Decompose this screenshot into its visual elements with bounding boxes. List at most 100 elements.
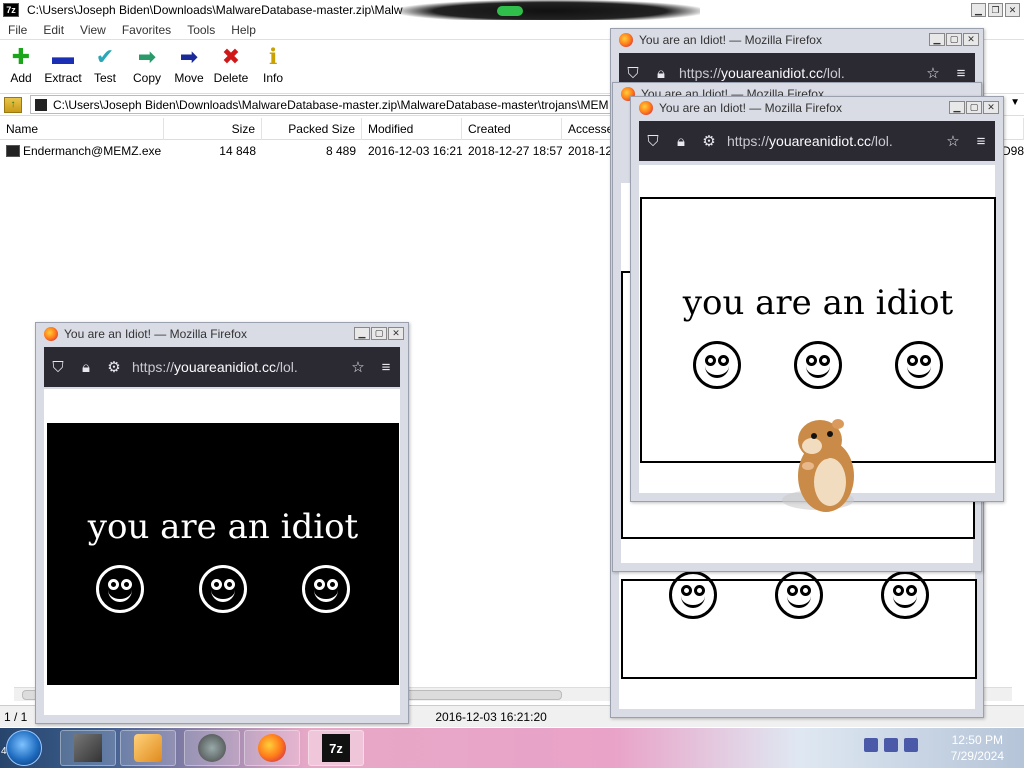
toolbar-button-label: Add [10, 71, 32, 85]
close-icon[interactable]: ✕ [388, 327, 404, 340]
network-icon[interactable] [864, 738, 878, 752]
taskbar-item-globe[interactable] [184, 730, 240, 766]
folder-up-icon[interactable]: ↑ [4, 96, 22, 113]
menu-file[interactable]: File [0, 23, 35, 37]
firefox-title-bar: You are an Idiot! — Mozilla Firefox [36, 323, 408, 345]
bookmark-star-icon[interactable]: ☆ [939, 132, 967, 150]
firefox-title-bar: You are an Idiot! — Mozilla Firefox [611, 29, 983, 51]
lock-icon[interactable]: 🔒︎ [667, 133, 695, 150]
minimize-icon[interactable]: ▁ [949, 101, 965, 114]
permissions-icon[interactable]: ⚙ [100, 358, 128, 376]
smiley-icon [881, 571, 929, 619]
firefox-window-controls: ▁ ▢ ✕ [354, 327, 404, 340]
permissions-icon[interactable]: ⚙ [695, 132, 723, 150]
menu-tools[interactable]: Tools [179, 23, 223, 37]
url-bar[interactable]: https://youareanidiot.cc/lol. [679, 65, 919, 81]
firefox-icon [44, 327, 58, 341]
start-button[interactable] [6, 730, 42, 766]
close-icon[interactable]: ✕ [963, 33, 979, 46]
column-modified[interactable]: Modified [362, 118, 462, 140]
file-packed-size: 8 489 [325, 144, 356, 158]
7zip-app-icon: 7z [3, 3, 19, 17]
firefox-icon [639, 101, 653, 115]
toolbar-move-button[interactable]: ➡ Move [168, 40, 210, 92]
taskbar-item-media[interactable] [120, 730, 176, 766]
menu-edit[interactable]: Edit [35, 23, 72, 37]
toolbar-delete-button[interactable]: ✖ Delete [210, 40, 252, 92]
arrow-right-icon: ➡ [179, 44, 199, 69]
idiot-text: you are an idiot [87, 507, 359, 547]
taskbar: 4 7z 12:50 PM 7/29/2024 [0, 728, 1024, 768]
firefox-window[interactable]: You are an Idiot! — Mozilla Firefox ▁ ▢ … [35, 322, 409, 724]
smiley-row [669, 571, 929, 619]
toolbar-button-label: Delete [213, 71, 249, 85]
firefox-title-bar: You are an Idiot! — Mozilla Firefox [631, 97, 1003, 119]
zip-window-controls: ▁ ❐ ✕ [971, 3, 1020, 17]
smiley-icon [895, 341, 943, 389]
hamburger-menu-icon[interactable]: ≡ [947, 65, 975, 82]
smiley-icon [96, 565, 144, 613]
maximize-icon[interactable]: ❐ [988, 3, 1003, 17]
toolbar-test-button[interactable]: ✔ Test [84, 40, 126, 92]
lock-icon[interactable]: 🔒︎ [647, 65, 675, 82]
start-badge: 4 [1, 746, 7, 757]
page-content [619, 569, 977, 709]
lock-icon[interactable]: 🔒︎ [72, 359, 100, 376]
desktop-blob-overlay [400, 0, 700, 22]
smiley-row [96, 565, 350, 613]
minimize-icon[interactable]: ▁ [929, 33, 945, 46]
column-name[interactable]: Name [0, 118, 164, 140]
archive-folder-icon [35, 98, 47, 111]
url-bar[interactable]: https://youareanidiot.cc/lol. [727, 133, 939, 149]
bookmark-star-icon[interactable]: ☆ [344, 358, 372, 376]
menu-help[interactable]: Help [223, 23, 264, 37]
maximize-icon[interactable]: ▢ [371, 327, 387, 340]
toolbar-button-label: Move [174, 71, 204, 85]
clock[interactable]: 12:50 PM 7/29/2024 [951, 732, 1004, 764]
column-created[interactable]: Created [462, 118, 562, 140]
page-content: you are an idiot [44, 389, 400, 715]
hamburger-menu-icon[interactable]: ≡ [372, 359, 400, 376]
volume-icon[interactable] [904, 738, 918, 752]
taskbar-item-7zip[interactable]: 7z [308, 730, 364, 766]
close-icon[interactable]: ✕ [1005, 3, 1020, 17]
firefox-icon [258, 734, 286, 762]
shield-icon[interactable]: ⛉ [639, 133, 667, 150]
status-date: 2016-12-03 16:21:20 [435, 709, 547, 724]
taskbar-item-cube[interactable] [60, 730, 116, 766]
address-path: C:\Users\Joseph Biden\Downloads\MalwareD… [53, 97, 609, 112]
globe-icon [198, 734, 226, 762]
toolbar-copy-button[interactable]: ➡ Copy [126, 40, 168, 92]
taskbar-item-firefox[interactable] [244, 730, 300, 766]
address-field[interactable]: C:\Users\Joseph Biden\Downloads\MalwareD… [30, 95, 630, 114]
arrow-right-icon: ➡ [137, 44, 157, 69]
minimize-icon[interactable]: ▁ [354, 327, 370, 340]
shield-icon[interactable]: ⛉ [619, 65, 647, 82]
menu-view[interactable]: View [72, 23, 114, 37]
idiot-panel: you are an idiot [47, 423, 399, 685]
smiley-icon [199, 565, 247, 613]
column-packed-size[interactable]: Packed Size [262, 118, 362, 140]
close-icon[interactable]: ✕ [983, 101, 999, 114]
toolbar-extract-button[interactable]: ▬ Extract [42, 40, 84, 92]
toolbar-add-button[interactable]: ✚ Add [0, 40, 42, 92]
delete-x-icon: ✖ [221, 44, 241, 69]
menu-favorites[interactable]: Favorites [114, 23, 179, 37]
system-tray-icons [864, 738, 918, 752]
maximize-icon[interactable]: ▢ [966, 101, 982, 114]
media-player-icon [134, 734, 162, 762]
monitor-icon[interactable] [884, 738, 898, 752]
7zip-icon: 7z [322, 734, 350, 762]
bookmark-star-icon[interactable]: ☆ [919, 64, 947, 82]
firefox-window-title: You are an Idiot! — Mozilla Firefox [659, 101, 842, 115]
firefox-window-controls: ▁ ▢ ✕ [929, 33, 979, 46]
maximize-icon[interactable]: ▢ [946, 33, 962, 46]
column-size[interactable]: Size [164, 118, 262, 140]
shield-icon[interactable]: ⛉ [44, 359, 72, 376]
minimize-icon[interactable]: ▁ [971, 3, 986, 17]
firefox-window-title: You are an Idiot! — Mozilla Firefox [64, 327, 247, 341]
url-bar[interactable]: https://youareanidiot.cc/lol. [132, 359, 344, 375]
hamburger-menu-icon[interactable]: ≡ [967, 133, 995, 150]
chevron-down-icon[interactable]: ▼ [1010, 97, 1020, 108]
toolbar-info-button[interactable]: ℹ Info [252, 40, 294, 92]
